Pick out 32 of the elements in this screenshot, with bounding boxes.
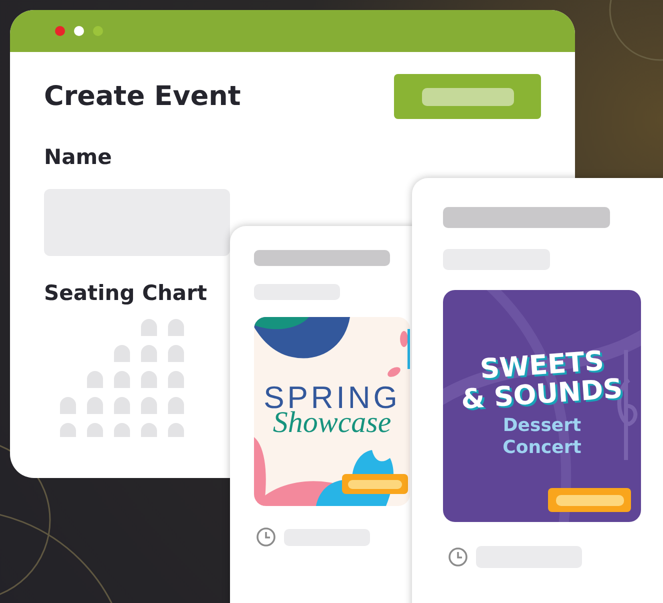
seat-icon[interactable] xyxy=(141,319,157,336)
clock-icon xyxy=(448,547,468,567)
seat-icon[interactable] xyxy=(168,371,184,388)
window-control-dot[interactable] xyxy=(74,26,84,36)
seat-icon[interactable] xyxy=(141,423,157,437)
seat-icon[interactable] xyxy=(87,423,103,437)
seat-icon[interactable] xyxy=(141,345,157,362)
poster-subtitle: Dessert Concert xyxy=(502,414,582,460)
name-input-field[interactable] xyxy=(44,189,230,256)
seat-icon[interactable] xyxy=(168,397,184,414)
seat-icon[interactable] xyxy=(87,371,103,388)
seat-icon[interactable] xyxy=(114,345,130,362)
seat-icon[interactable] xyxy=(141,371,157,388)
window-control-dot[interactable] xyxy=(55,26,65,36)
seat-icon[interactable] xyxy=(168,319,184,336)
field-label: Seating Chart xyxy=(44,281,207,305)
ticket-button[interactable] xyxy=(342,474,408,494)
seat-icon[interactable] xyxy=(60,397,76,414)
ticket-button[interactable] xyxy=(548,488,631,512)
clock-icon xyxy=(256,527,276,547)
field-label: Name xyxy=(44,145,112,169)
seat-icon[interactable] xyxy=(114,371,130,388)
submit-button[interactable] xyxy=(394,74,541,119)
decorative-ring xyxy=(609,0,663,61)
seat-icon[interactable] xyxy=(60,423,76,437)
seat-icon[interactable] xyxy=(141,397,157,414)
seat-icon[interactable] xyxy=(87,397,103,414)
seat-icon[interactable] xyxy=(168,423,184,437)
seat-icon[interactable] xyxy=(168,345,184,362)
window-title: Create Event xyxy=(44,81,241,112)
seat-icon[interactable] xyxy=(114,397,130,414)
seat-icon[interactable] xyxy=(114,423,130,437)
